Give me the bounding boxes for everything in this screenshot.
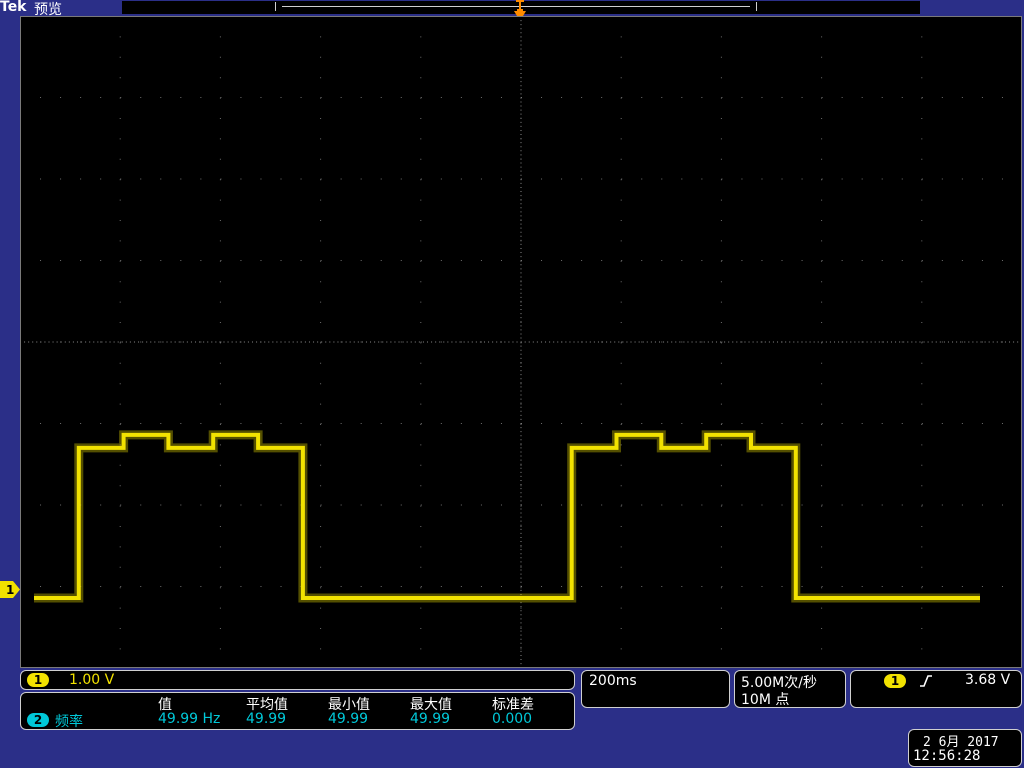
top-status-bar: Tek 预览	[0, 0, 1024, 21]
record-length: 10M 点	[741, 692, 790, 708]
waveform-display[interactable]	[20, 16, 1022, 668]
rising-edge-icon	[920, 675, 932, 687]
measurement-type-label: 频率	[55, 714, 83, 730]
trigger-panel[interactable]: 1 3.68 V	[850, 670, 1022, 708]
meas-min: 49.99	[328, 711, 369, 727]
waveform-trace	[34, 432, 980, 600]
meas-mean: 49.99	[246, 711, 287, 727]
time-display: 12:56:28	[913, 748, 981, 764]
meas-max: 49.99	[410, 711, 451, 727]
meas-value: 49.99 Hz	[158, 711, 221, 727]
timebase-panel[interactable]: 200ms	[581, 670, 730, 708]
measurement-source-badge: 2	[27, 713, 49, 727]
channel1-waveform	[34, 430, 980, 603]
trigger-source-badge: 1	[884, 674, 906, 688]
trigger-level: 3.68 V	[965, 672, 1011, 688]
channel1-scale-panel[interactable]: 1 1.00 V	[20, 670, 575, 690]
timebase-value: 200ms	[589, 673, 637, 689]
datetime-panel[interactable]: 2 6月 2017 12:56:28	[908, 729, 1022, 767]
svg-text:1: 1	[6, 583, 14, 597]
channel1-ground-marker[interactable]: 1	[0, 581, 20, 598]
meas-stddev: 0.000	[492, 711, 533, 727]
channel1-badge: 1	[27, 673, 49, 687]
waveform-glow	[34, 430, 980, 603]
measurement-panel[interactable]: 值 平均值 最小值 最大值 标准差 2 频率 49.99 Hz 49.99 49…	[20, 692, 575, 730]
brand-logo: Tek	[0, 0, 27, 15]
acquisition-panel[interactable]: 5.00M次/秒 10M 点	[734, 670, 846, 708]
channel1-scale-value: 1.00 V	[69, 672, 115, 688]
